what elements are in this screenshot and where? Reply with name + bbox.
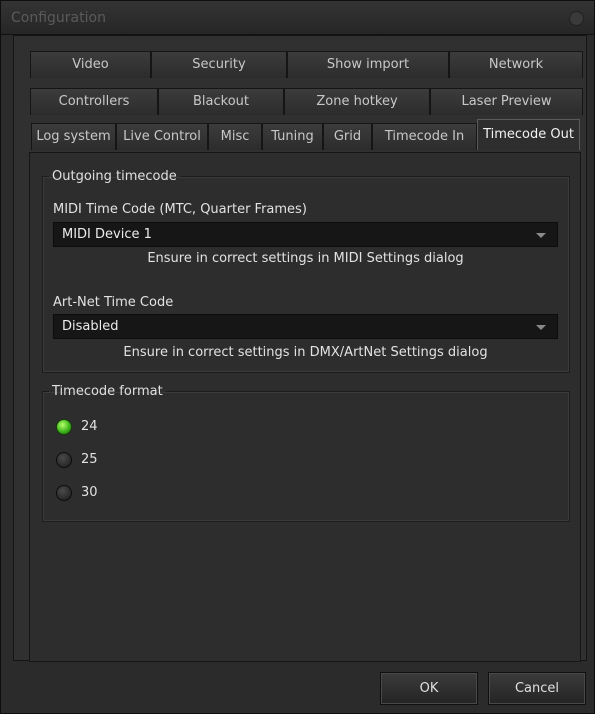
title-bar[interactable]: Configuration xyxy=(1,1,594,35)
tab-misc[interactable]: Misc xyxy=(208,123,262,150)
tab-controllers[interactable]: Controllers xyxy=(30,88,158,115)
tab-video[interactable]: Video xyxy=(30,51,151,78)
radio-selected-icon xyxy=(56,419,72,435)
tab-security[interactable]: Security xyxy=(151,51,287,78)
mtc-device-value: MIDI Device 1 xyxy=(62,227,152,242)
window-title: Configuration xyxy=(11,10,106,26)
timecode-format-legend: Timecode format xyxy=(52,384,163,399)
radio-30-label: 30 xyxy=(81,485,98,500)
ok-button[interactable]: OK xyxy=(380,672,478,705)
artnet-value: Disabled xyxy=(62,319,119,334)
configuration-window: Configuration Video Security Show import… xyxy=(0,0,595,714)
timecode-format-group: Timecode format xyxy=(42,384,570,522)
artnet-label: Art-Net Time Code xyxy=(53,295,174,310)
outgoing-timecode-group: Outgoing timecode xyxy=(42,169,570,373)
tab-zone-hotkey[interactable]: Zone hotkey xyxy=(284,88,430,115)
mtc-device-select[interactable]: MIDI Device 1 xyxy=(53,222,558,247)
chevron-down-icon xyxy=(536,233,546,238)
tab-show-import[interactable]: Show import xyxy=(287,51,449,78)
tab-tuning[interactable]: Tuning xyxy=(262,123,323,150)
mtc-hint: Ensure in correct settings in MIDI Setti… xyxy=(147,251,464,266)
radio-24-label: 24 xyxy=(81,419,98,434)
tab-grid[interactable]: Grid xyxy=(323,123,372,150)
radio-25-label: 25 xyxy=(81,452,98,467)
artnet-hint: Ensure in correct settings in DMX/ArtNet… xyxy=(123,345,488,360)
mtc-label: MIDI Time Code (MTC, Quarter Frames) xyxy=(53,202,307,217)
window-control-icon[interactable] xyxy=(569,11,584,26)
radio-unselected-icon xyxy=(56,485,72,501)
artnet-select[interactable]: Disabled xyxy=(53,314,558,339)
tab-laser-preview[interactable]: Laser Preview xyxy=(430,88,583,115)
tab-timecode-in[interactable]: Timecode In xyxy=(372,123,477,150)
radio-unselected-icon xyxy=(56,452,72,468)
tab-live-control[interactable]: Live Control xyxy=(116,123,208,150)
tab-blackout[interactable]: Blackout xyxy=(158,88,284,115)
cancel-button[interactable]: Cancel xyxy=(488,672,586,705)
tab-network[interactable]: Network xyxy=(449,51,583,78)
outgoing-timecode-legend: Outgoing timecode xyxy=(52,169,177,184)
tab-timecode-out[interactable]: Timecode Out xyxy=(477,119,580,150)
tab-log-system[interactable]: Log system xyxy=(31,123,116,150)
chevron-down-icon xyxy=(536,325,546,330)
